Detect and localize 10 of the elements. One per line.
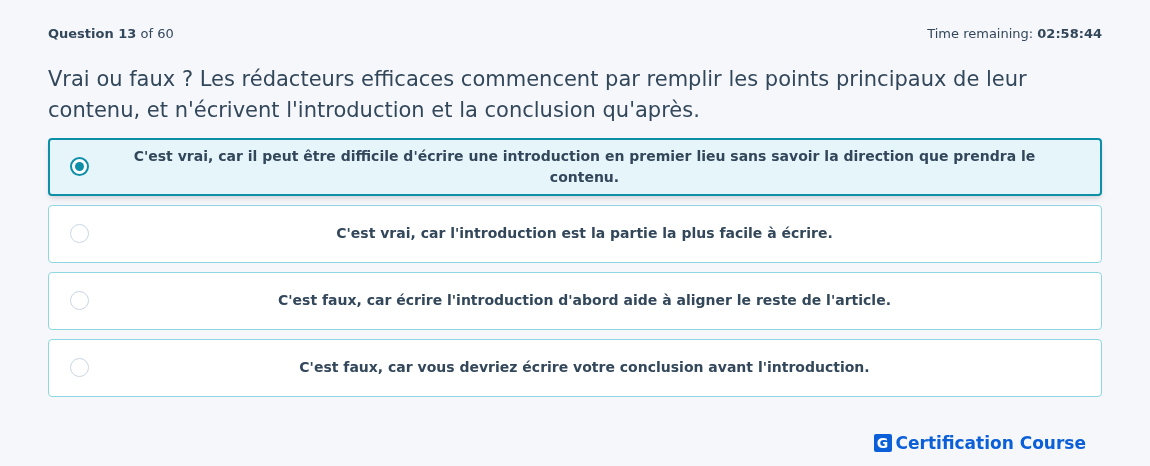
answer-option[interactable]: C'est faux, car écrire l'introduction d'abord aide à aligner le reste de l'article. [48,271,1102,330]
time-remaining: Time remaining: 02:58:44 [927,25,1102,43]
radio-button[interactable] [70,157,89,176]
logo-icon: G [873,434,892,453]
question-text: Vrai ou faux ? Les rédacteurs efficaces commencent par remplir les points principaux de leur contenu, et n'écrivent l'introduction et la conclusion qu'après. [48,65,1028,124]
question-counter: Question 13 of 60 [48,25,174,43]
brand-name: Certification Course [895,431,1086,455]
answer-option[interactable]: C'est vrai, car il peut être difficile d'écrire une introduction en premier lieu sans savoir la direction que prendra le contenu. [48,137,1102,196]
answer-option[interactable]: C'est vrai, car l'introduction est la partie la plus facile à écrire. [48,204,1102,263]
answer-option[interactable]: C'est faux, car vous devriez écrire votre conclusion avant l'introduction. [48,338,1102,397]
